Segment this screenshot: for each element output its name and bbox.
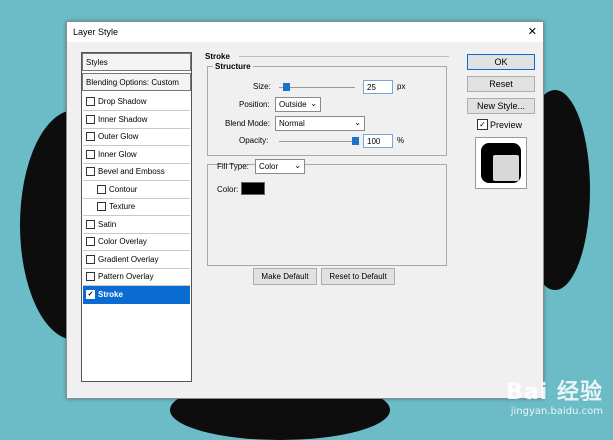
styles-header[interactable]: Styles bbox=[82, 53, 191, 71]
size-unit: px bbox=[397, 82, 406, 91]
style-checkbox[interactable] bbox=[86, 149, 95, 159]
style-item-label: Satin bbox=[98, 219, 117, 229]
style-item-color-overlay[interactable]: Color Overlay bbox=[83, 233, 190, 251]
style-item-stroke[interactable]: ✓ Stroke bbox=[83, 285, 190, 304]
position-label: Position: bbox=[239, 100, 270, 109]
fill-group bbox=[207, 164, 447, 266]
title-bar: Layer Style ✕ bbox=[67, 22, 543, 42]
make-default-button[interactable]: Make Default bbox=[253, 268, 317, 285]
style-item-pattern-overlay[interactable]: Pattern Overlay bbox=[83, 268, 190, 286]
section-title: Stroke bbox=[205, 52, 230, 61]
style-item-label: Stroke bbox=[98, 289, 123, 299]
size-value: 25 bbox=[367, 83, 376, 92]
style-item-outer-glow[interactable]: Outer Glow bbox=[83, 128, 190, 146]
preview-label: Preview bbox=[490, 120, 523, 130]
style-item-label: Texture bbox=[109, 202, 136, 211]
style-checkbox[interactable] bbox=[97, 202, 106, 211]
opacity-input[interactable]: 100 bbox=[363, 134, 393, 148]
stroke-color-swatch[interactable] bbox=[241, 182, 265, 195]
style-checkbox[interactable] bbox=[86, 132, 95, 141]
style-checkbox[interactable] bbox=[86, 219, 95, 229]
opacity-value: 100 bbox=[367, 137, 381, 146]
style-checkbox[interactable] bbox=[86, 272, 95, 281]
size-slider-thumb[interactable] bbox=[283, 83, 290, 91]
style-item-gradient-overlay[interactable]: Gradient Overlay bbox=[83, 251, 190, 269]
style-item-bevel-and-emboss[interactable]: Bevel and Emboss bbox=[83, 163, 190, 181]
style-item-label: Color Overlay bbox=[98, 237, 147, 246]
watermark-url: jingyan.baidu.com bbox=[510, 406, 603, 417]
style-checkbox[interactable] bbox=[97, 184, 106, 194]
style-item-label: Drop Shadow bbox=[98, 97, 147, 106]
blending-options[interactable]: Blending Options: Custom bbox=[82, 73, 191, 91]
preview-stroke-shape bbox=[481, 143, 521, 183]
blending-options-label: Blending Options: Custom bbox=[86, 78, 179, 87]
opacity-slider-thumb[interactable] bbox=[352, 137, 359, 145]
style-item-contour[interactable]: Contour bbox=[83, 181, 190, 199]
style-item-label: Inner Shadow bbox=[98, 114, 148, 124]
position-select[interactable]: Outside ⌄ bbox=[275, 97, 321, 112]
opacity-label: Opacity: bbox=[239, 136, 269, 145]
style-preview bbox=[475, 137, 527, 189]
style-item-label: Pattern Overlay bbox=[98, 272, 154, 281]
new-style-button[interactable]: New Style... bbox=[467, 98, 535, 114]
styles-list: Styles Blending Options: Custom Drop Sha… bbox=[81, 52, 192, 382]
blend-mode-value: Normal bbox=[279, 119, 305, 128]
structure-title: Structure bbox=[213, 62, 253, 71]
style-checkbox[interactable] bbox=[86, 97, 95, 106]
blend-mode-label: Blend Mode: bbox=[225, 119, 270, 128]
style-checkbox[interactable] bbox=[86, 237, 95, 246]
style-item-label: Inner Glow bbox=[98, 149, 137, 159]
style-item-inner-shadow[interactable]: Inner Shadow bbox=[83, 111, 190, 129]
ok-button[interactable]: OK bbox=[467, 54, 535, 70]
layer-style-dialog: Layer Style ✕ Styles Blending Options: C… bbox=[66, 21, 544, 399]
watermark-brand: Bai 经验 bbox=[506, 380, 603, 405]
preview-fill bbox=[493, 155, 519, 181]
close-icon[interactable]: ✕ bbox=[528, 25, 537, 38]
fill-type-select[interactable]: Color ⌄ bbox=[255, 159, 305, 174]
position-value: Outside bbox=[279, 100, 307, 109]
opacity-unit: % bbox=[397, 136, 405, 145]
style-item-label: Contour bbox=[109, 184, 138, 194]
fill-type-value: Color bbox=[259, 162, 279, 171]
chevron-down-icon: ⌄ bbox=[354, 118, 361, 127]
size-label: Size: bbox=[253, 82, 271, 91]
styles-header-label: Styles bbox=[86, 58, 108, 67]
chevron-down-icon: ⌄ bbox=[310, 99, 317, 108]
section-divider bbox=[239, 56, 449, 57]
style-checkbox[interactable]: ✓ bbox=[86, 289, 95, 299]
dialog-title: Layer Style bbox=[73, 27, 119, 37]
reset-button[interactable]: Reset bbox=[467, 76, 535, 92]
style-checkbox[interactable] bbox=[86, 167, 95, 176]
size-slider-track[interactable] bbox=[279, 87, 355, 88]
style-item-inner-glow[interactable]: Inner Glow bbox=[83, 146, 190, 164]
dialog-actions: OK Reset New Style... ✓ Preview bbox=[465, 52, 537, 392]
preview-checkbox[interactable]: ✓ bbox=[477, 119, 488, 130]
style-item-label: Outer Glow bbox=[98, 132, 139, 141]
style-item-label: Bevel and Emboss bbox=[98, 167, 165, 176]
reset-to-default-button[interactable]: Reset to Default bbox=[321, 268, 395, 285]
opacity-slider-track[interactable] bbox=[279, 141, 355, 142]
watermark: Bai 经验 jingyan.baidu.com bbox=[506, 374, 603, 417]
style-checkbox[interactable] bbox=[86, 114, 95, 124]
fill-type-label: Fill Type: bbox=[217, 162, 249, 171]
style-item-satin[interactable]: Satin bbox=[83, 216, 190, 234]
size-input[interactable]: 25 bbox=[363, 80, 393, 94]
chevron-down-icon: ⌄ bbox=[294, 161, 301, 170]
style-checkbox[interactable] bbox=[86, 254, 95, 264]
style-item-texture[interactable]: Texture bbox=[83, 198, 190, 216]
style-item-drop-shadow[interactable]: Drop Shadow bbox=[83, 93, 190, 111]
stroke-panel: Stroke Structure Size: 25 px Position: O… bbox=[203, 52, 449, 380]
style-item-label: Gradient Overlay bbox=[98, 254, 159, 264]
blend-mode-select[interactable]: Normal ⌄ bbox=[275, 116, 365, 131]
color-label: Color: bbox=[217, 185, 239, 194]
